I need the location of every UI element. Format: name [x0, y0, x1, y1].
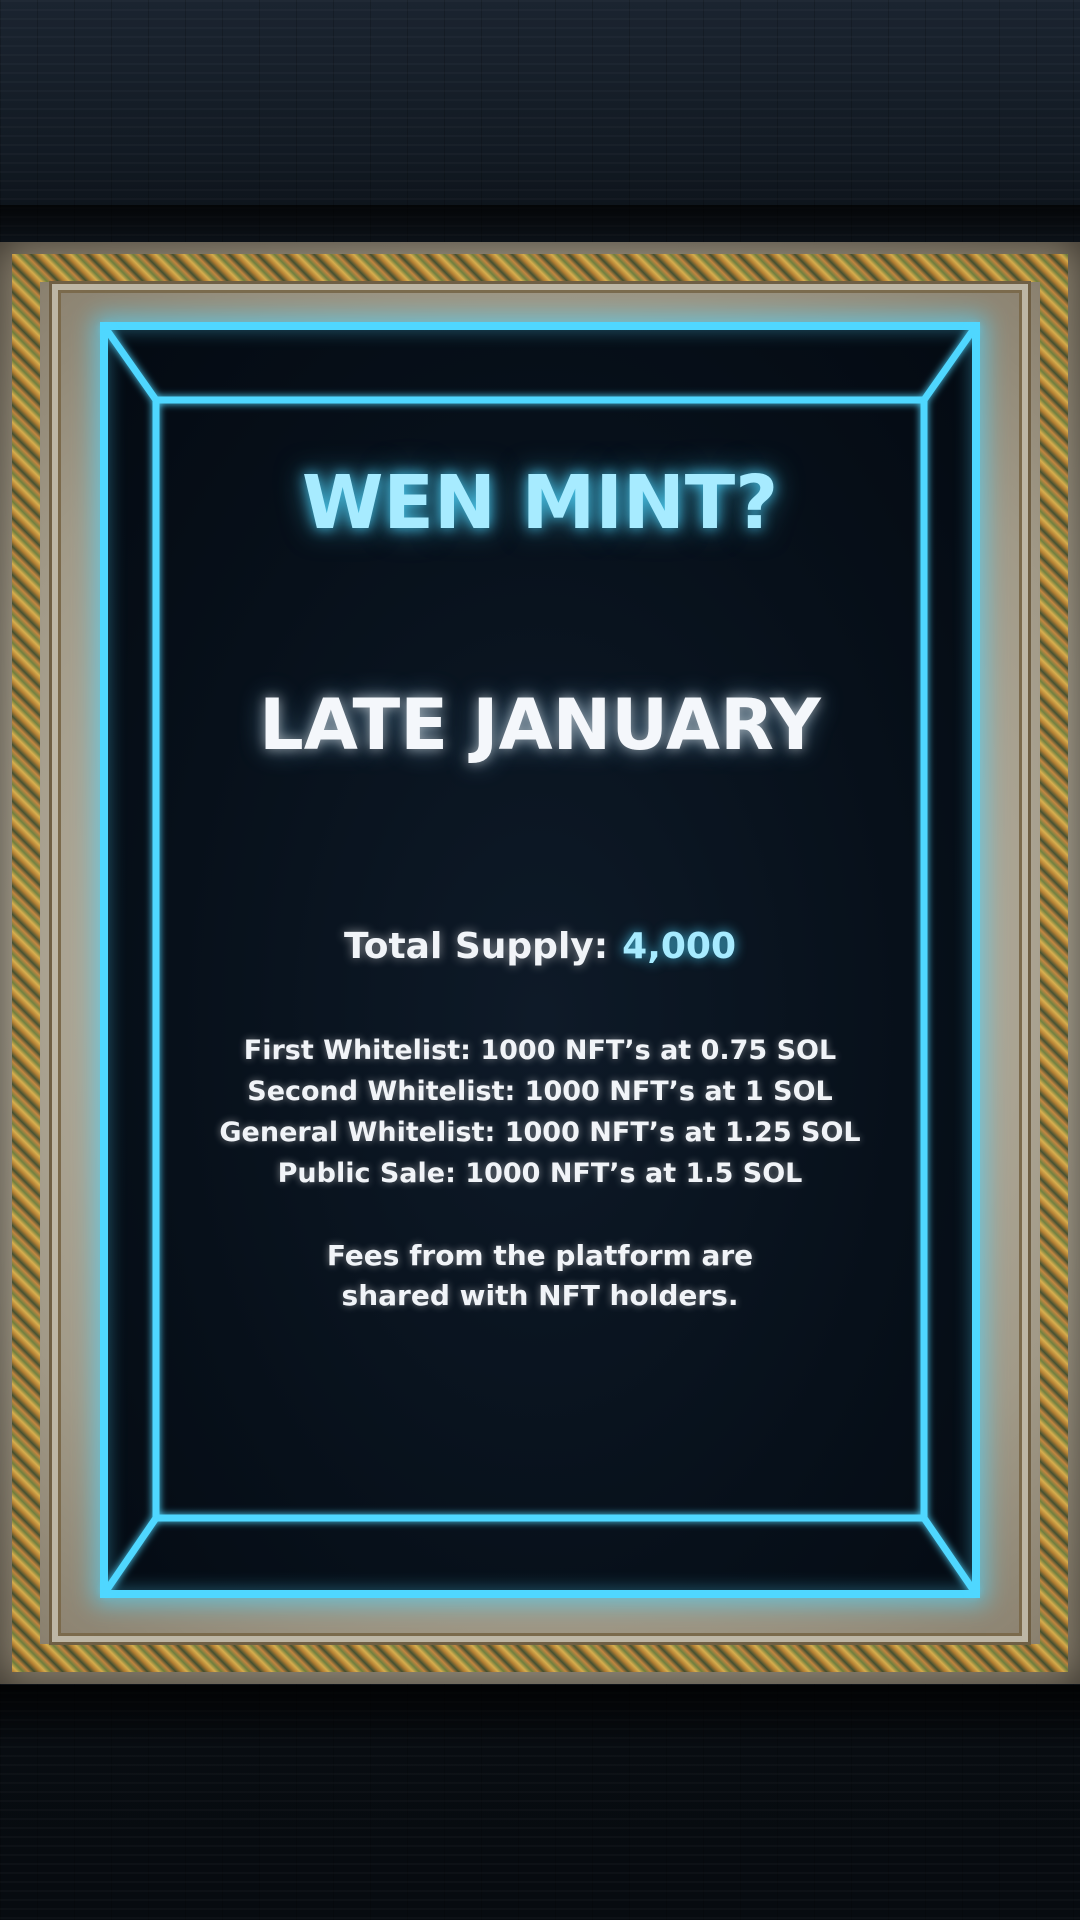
- mint-tiers-list: First Whitelist: 1000 NFT’s at 0.75 SOL …: [100, 1030, 980, 1194]
- fees-note: Fees from the platform are shared with N…: [100, 1236, 980, 1316]
- poster-scene: WEN MINT? LATE JANUARY Total Supply: 4,00…: [0, 0, 1080, 1920]
- tier-second-whitelist: Second Whitelist: 1000 NFT’s at 1 SOL: [247, 1076, 833, 1107]
- fees-note-line-1: Fees from the platform are: [326, 1239, 754, 1272]
- mint-date: LATE JANUARY: [259, 684, 821, 766]
- total-supply-label: Total Supply:: [343, 926, 609, 967]
- fees-note-line-2: shared with NFT holders.: [341, 1279, 739, 1312]
- tier-general-whitelist: General Whitelist: 1000 NFT’s at 1.25 SO…: [219, 1117, 861, 1148]
- tier-public-sale: Public Sale: 1000 NFT’s at 1.5 SOL: [277, 1158, 803, 1189]
- wall-shadow-bottom: [0, 1685, 1080, 1745]
- total-supply-value: 4,000: [622, 926, 737, 967]
- poster-content: WEN MINT? LATE JANUARY Total Supply: 4,00…: [100, 322, 980, 1598]
- tier-first-whitelist: First Whitelist: 1000 NFT’s at 0.75 SOL: [243, 1035, 837, 1066]
- wall-shadow-top: [0, 205, 1080, 245]
- total-supply: Total Supply: 4,000: [100, 926, 980, 967]
- headline: WEN MINT?: [301, 460, 779, 546]
